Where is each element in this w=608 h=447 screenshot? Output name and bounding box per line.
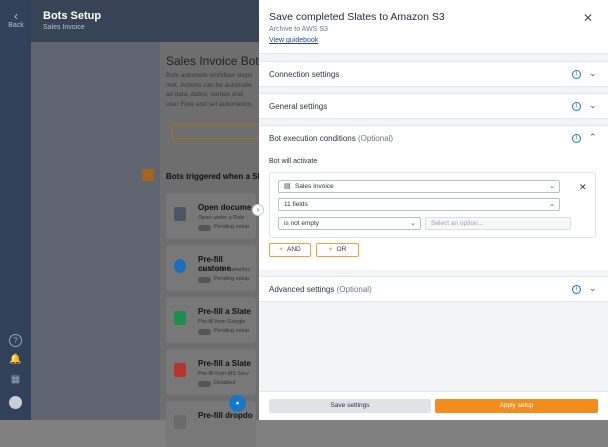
left-rail: ‹ Back ? 🔔 ▦ <box>0 0 31 420</box>
help-icon[interactable]: ? <box>9 334 22 347</box>
chevron-right-icon[interactable]: › <box>252 204 264 216</box>
sql-server-icon <box>174 363 186 377</box>
will-activate-label: Bot will activate <box>269 158 318 165</box>
info-icon[interactable]: i <box>572 134 581 143</box>
salesforce-icon <box>174 259 186 273</box>
bot-card-desc: Pre-fill from Google <box>198 319 246 325</box>
info-icon[interactable]: i <box>572 70 581 79</box>
optional-label: (Optional) <box>336 285 372 294</box>
chevron-down-icon[interactable]: ⌄ <box>589 100 597 111</box>
chevron-down-icon: ⌄ <box>549 183 555 190</box>
execution-conditions-body: Bot will activate ▤ Sales Invoice ⌄ ✕ 11… <box>259 150 608 270</box>
operator-select[interactable]: is not empty ⌄ <box>278 217 421 230</box>
or-label: OR <box>336 246 347 253</box>
remove-condition-icon[interactable]: ✕ <box>579 182 587 193</box>
dropdown-icon <box>174 415 186 429</box>
bot-card-title: Open docume <box>198 203 252 212</box>
section-label: General settings <box>269 102 328 111</box>
and-button[interactable]: + AND <box>269 243 311 257</box>
apply-setup-button[interactable]: Apply setup <box>435 399 598 413</box>
back-label: Back <box>8 22 24 29</box>
bot-card-desc: Open under a Role <box>198 215 245 221</box>
document-icon: ▤ <box>284 183 291 190</box>
info-icon[interactable]: i <box>572 285 581 294</box>
chevron-down-icon[interactable]: ⌄ <box>589 68 597 79</box>
plus-icon: + <box>328 246 333 253</box>
bot-card-title: Pre-fill dropdo <box>198 411 253 420</box>
bot-card: Pre-fill a Slate Pre-fill from MS Serv D… <box>166 349 256 395</box>
fields-select[interactable]: 11 fields ⌄ <box>278 198 560 211</box>
section-label-text: Advanced settings <box>269 285 335 294</box>
panel-title: Save completed Slates to Amazon S3 <box>269 11 445 23</box>
bots-heading: Sales Invoice Bots <box>166 54 265 68</box>
panel-footer: Save settings Apply setup <box>259 391 608 420</box>
bot-card: Pre-fill custome Pre-fill from Salesforc… <box>166 245 256 291</box>
document-value: Sales Invoice <box>295 183 334 190</box>
plus-icon: + <box>279 246 284 253</box>
section-label: Bot execution conditions (Optional) <box>269 134 393 143</box>
panel-subtitle: Archive to AWS S3 <box>269 26 328 33</box>
connection-settings-section[interactable]: Connection settings i ⌄ <box>259 61 608 87</box>
section-label: Connection settings <box>269 70 340 79</box>
bot-card: Pre-fill a Slate Pre-fill from Google Pe… <box>166 297 256 343</box>
building-icon[interactable]: ▦ <box>9 374 22 387</box>
background-input <box>172 124 262 139</box>
optional-label: (Optional) <box>357 134 394 143</box>
toggle <box>198 381 211 387</box>
operator-value: is not empty <box>284 220 320 227</box>
bot-card-title: Pre-fill a Slate <box>198 307 251 316</box>
chevron-left-icon: ‹ <box>14 9 18 23</box>
close-icon[interactable]: ✕ <box>583 11 593 25</box>
option-placeholder: Select an option... <box>431 220 484 227</box>
chat-icon[interactable]: ▪ <box>229 395 246 412</box>
toggle <box>198 329 211 335</box>
bot-settings-panel: Save completed Slates to Amazon S3 Archi… <box>259 0 608 420</box>
bot-card-desc: Pre-fill from MS Serv <box>198 371 249 377</box>
or-button[interactable]: + OR <box>316 243 359 257</box>
save-settings-button[interactable]: Save settings <box>269 399 431 413</box>
bot-card-status: Disabled <box>214 380 236 386</box>
chevron-down-icon[interactable]: ⌄ <box>589 283 597 294</box>
toggle <box>198 225 211 231</box>
bell-icon[interactable]: 🔔 <box>9 354 22 367</box>
chevron-up-icon[interactable]: ⌃ <box>589 132 597 143</box>
avatar[interactable] <box>9 396 22 409</box>
document-select[interactable]: ▤ Sales Invoice ⌄ <box>278 180 560 193</box>
info-icon[interactable]: i <box>572 102 581 111</box>
panel-header: Save completed Slates to Amazon S3 Archi… <box>259 0 608 54</box>
bots-description: Bots automate workflow steps met. Action… <box>166 72 254 108</box>
page-subtitle: Sales Invoice <box>43 24 85 31</box>
background-sidebar <box>31 42 160 420</box>
sheets-icon <box>174 311 186 325</box>
bot-card-desc: Pre-fill from Salesforc <box>198 267 251 273</box>
bot-card-status: Pending setup <box>214 276 250 282</box>
page-title: Bots Setup <box>43 10 102 22</box>
section-label-text: Bot execution conditions <box>269 134 356 143</box>
bot-card-status: Pending setup <box>214 224 250 230</box>
triggered-label: Bots triggered when a Slate <box>166 172 272 181</box>
trigger-icon <box>142 169 154 181</box>
back-button[interactable]: ‹ Back <box>4 10 28 29</box>
general-settings-section[interactable]: General settings i ⌄ <box>259 93 608 119</box>
fields-value: 11 fields <box>284 201 308 208</box>
bot-card-title: Pre-fill a Slate <box>198 359 251 368</box>
section-label: Advanced settings (Optional) <box>269 285 372 294</box>
chevron-down-icon: ⌄ <box>549 201 555 208</box>
guidebook-link[interactable]: View guidebook <box>269 37 318 44</box>
toggle <box>198 277 211 283</box>
chevron-down-icon: ⌄ <box>410 220 416 227</box>
execution-conditions-section[interactable]: Bot execution conditions (Optional) i ⌃ <box>259 125 608 151</box>
user-icon <box>174 207 186 221</box>
bot-card-status: Pending setup <box>214 328 250 334</box>
option-select[interactable]: Select an option... <box>425 217 571 230</box>
and-label: AND <box>287 246 301 253</box>
bot-card: Open docume Open under a Role Pending se… <box>166 193 256 239</box>
advanced-settings-section[interactable]: Advanced settings (Optional) i ⌄ <box>259 276 608 302</box>
condition-group: ▤ Sales Invoice ⌄ ✕ 11 fields ⌄ is not e… <box>269 172 596 238</box>
